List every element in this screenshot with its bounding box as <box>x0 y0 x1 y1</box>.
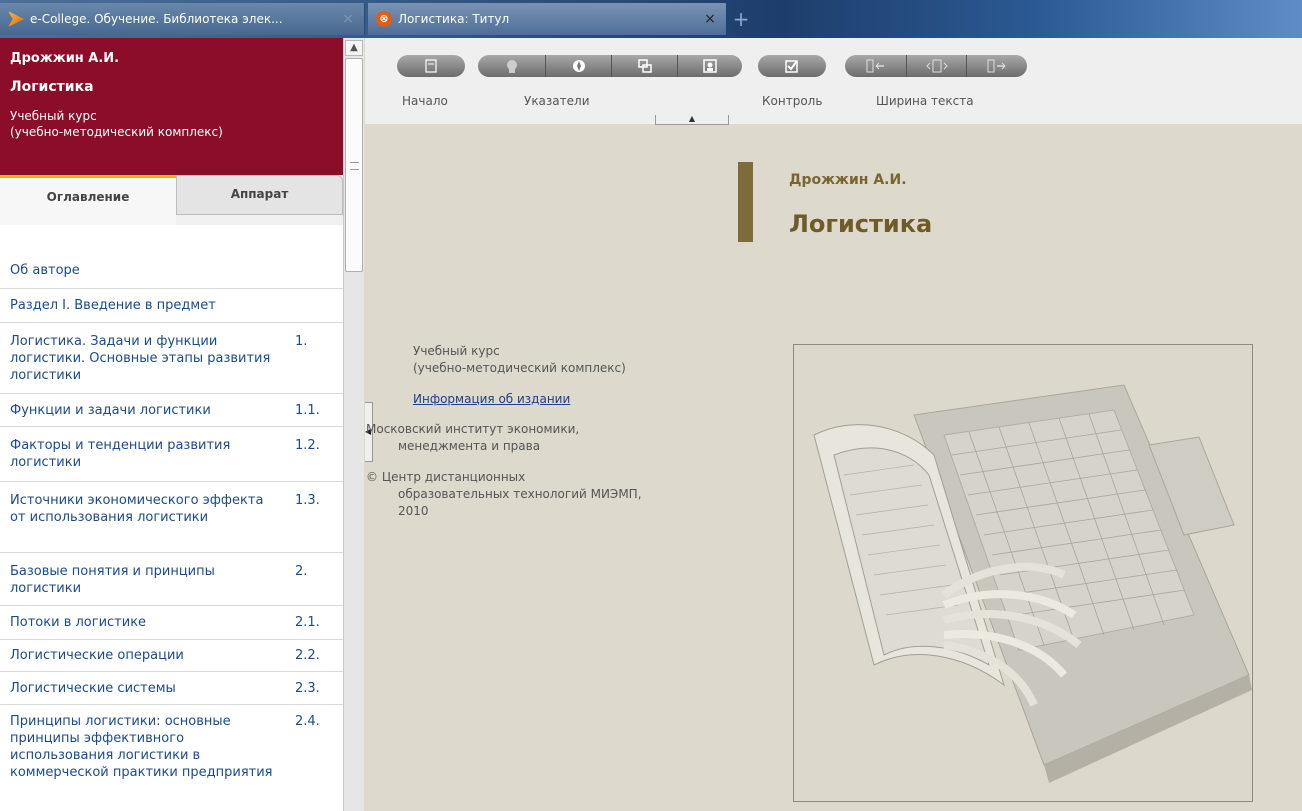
sidebar-title: Логистика <box>10 79 94 95</box>
course-type: Учебный курс <box>413 344 500 358</box>
tab-contents[interactable]: Оглавление <box>0 175 176 225</box>
toc-item-title: Логистика. Задачи и функции логистики. О… <box>10 334 271 383</box>
toc-item[interactable]: Об авторе <box>0 253 343 289</box>
toc-item-number: 2.3. <box>295 680 320 696</box>
toc-item-title: Факторы и тенденции развития логистики <box>10 438 231 470</box>
text-wide-button[interactable] <box>967 55 1027 77</box>
edition-info-link[interactable]: Информация об издании <box>413 392 570 406</box>
control-button[interactable] <box>758 55 826 77</box>
tab-apparatus[interactable]: Аппарат <box>176 175 343 215</box>
toolbar-label-pointers: Указатели <box>524 94 590 108</box>
toc-item-title: Базовые понятия и принципы логистики <box>10 564 215 596</box>
browser-tab-bar: e-College. Обучение. Библиотека элек... … <box>0 0 1302 38</box>
pointers-windows-button[interactable] <box>612 55 678 77</box>
sidebar-author: Дрожжин А.И. <box>10 51 120 66</box>
toc-item[interactable]: Логистические операции 2.2. <box>0 640 343 672</box>
toc-item-number: 1.1. <box>295 402 320 418</box>
close-icon[interactable]: × <box>340 11 356 27</box>
toc-item[interactable]: Принципы логистики: основные принципы эф… <box>0 705 343 811</box>
text-medium-icon <box>925 59 948 73</box>
content-author: Дрожжин А.И. <box>789 172 907 188</box>
text-medium-button[interactable] <box>907 55 967 77</box>
toc-item-title: Источники экономического эффекта от испо… <box>10 493 264 525</box>
ecollege-favicon-icon <box>8 11 24 27</box>
browser-tab-label: Логистика: Титул <box>398 12 510 26</box>
title-accent-bar <box>738 162 753 242</box>
toc-item-title: Об авторе <box>10 263 80 278</box>
sidebar-scrollbar[interactable]: ▲ <box>343 38 364 811</box>
toc-item[interactable]: Раздел I. Введение в предмет <box>0 289 343 323</box>
toc-item[interactable]: Функции и задачи логистики 1.1. <box>0 394 343 427</box>
logistics-favicon-icon: ⊗ <box>376 11 392 27</box>
toolbar-label-text-width: Ширина текста <box>876 94 974 108</box>
toolbar-label-control: Контроль <box>762 94 823 108</box>
institute-name: менеджмента и права <box>398 439 541 453</box>
toc-item-title: Логистические операции <box>10 648 184 663</box>
sidebar-tabs: Оглавление Аппарат <box>0 175 343 225</box>
home-button[interactable] <box>397 55 465 77</box>
toolbar-label-start: Начало <box>402 94 448 108</box>
toc-item-number: 1.3. <box>295 493 320 508</box>
main-area: Начало Указатели Контроль Ширина текста … <box>365 38 1302 811</box>
copyright-text: © Центр дистанционных <box>366 470 526 484</box>
compass-icon <box>572 60 585 72</box>
toc-item-title: Принципы логистики: основные принципы эф… <box>10 714 273 780</box>
table-of-contents: Об авторе Раздел I. Введение в предмет Л… <box>0 225 343 811</box>
page-icon <box>425 59 437 73</box>
new-tab-button[interactable]: + <box>728 6 754 32</box>
text-narrow-button[interactable] <box>845 55 907 77</box>
sidebar-header: Дрожжин А.И. Логистика Учебный курс (уче… <box>0 38 343 175</box>
copyright-text: 2010 <box>398 504 429 518</box>
head-icon <box>506 60 517 73</box>
scroll-thumb[interactable] <box>345 58 363 272</box>
portrait-icon <box>703 59 717 73</box>
toc-item-number: 2.1. <box>295 615 320 630</box>
cover-image <box>793 344 1253 802</box>
sidebar: Дрожжин А.И. Логистика Учебный курс (уче… <box>0 38 343 811</box>
toc-item[interactable]: Логистические системы 2.3. <box>0 672 343 705</box>
copyright-text: образовательных технологий МИЭМП, <box>398 487 642 501</box>
toolbar-group-text-width <box>845 55 1027 77</box>
windows-icon <box>637 59 652 73</box>
browser-tab-ecollege[interactable]: e-College. Обучение. Библиотека элек... … <box>0 3 365 35</box>
toc-item-title: Логистические системы <box>10 680 176 696</box>
pointers-head-button[interactable] <box>478 55 546 77</box>
toc-item[interactable]: Источники экономического эффекта от испо… <box>0 482 343 553</box>
scroll-grip-icon <box>350 162 359 170</box>
text-wide-icon <box>987 59 1006 73</box>
toolbar: Начало Указатели Контроль Ширина текста … <box>365 38 1302 125</box>
toc-item[interactable]: Базовые понятия и принципы логистики 2. <box>0 553 343 606</box>
laptop-book-illustration <box>813 384 1252 783</box>
checkbox-icon <box>785 60 798 73</box>
toc-item[interactable]: Факторы и тенденции развития логистики 1.… <box>0 427 343 482</box>
browser-tab-label: e-College. Обучение. Библиотека элек... <box>30 12 283 26</box>
browser-tab-logistics[interactable]: ⊗ Логистика: Титул × <box>368 3 726 35</box>
toc-item-number: 2. <box>295 564 308 579</box>
scroll-up-arrow-icon[interactable]: ▲ <box>345 40 363 56</box>
toolbar-group-pointers <box>478 55 742 77</box>
content-area: Дрожжин А.И. Логистика ◀ Учебный курс (у… <box>365 124 1302 811</box>
institute-name: Московский институт экономики, <box>366 422 580 436</box>
toc-item-number: 1. <box>295 334 308 349</box>
toc-item-title: Раздел I. Введение в предмет <box>10 298 216 313</box>
toc-item-title: Потоки в логистике <box>10 615 147 630</box>
toc-item[interactable]: Логистика. Задачи и функции логистики. О… <box>0 323 343 394</box>
toc-item[interactable]: Потоки в логистике 2.1. <box>0 606 343 640</box>
toc-item-title: Функции и задачи логистики <box>10 402 211 418</box>
toc-item-number: 2.4. <box>295 714 320 729</box>
toolbar-group-start <box>397 55 465 77</box>
text-narrow-icon <box>866 59 884 73</box>
toc-item-number: 2.2. <box>295 648 320 663</box>
course-type: (учебно-методический комплекс) <box>413 361 626 375</box>
sidebar-subtitle: Учебный курс <box>10 109 97 123</box>
pointers-portrait-button[interactable] <box>678 55 742 77</box>
sidebar-subtitle: (учебно-методический комплекс) <box>10 125 223 139</box>
toc-item-number: 1.2. <box>295 438 320 453</box>
page-title: Логистика <box>789 210 933 238</box>
close-icon[interactable]: × <box>702 11 718 27</box>
toolbar-group-control <box>758 55 826 77</box>
pointers-compass-button[interactable] <box>546 55 612 77</box>
